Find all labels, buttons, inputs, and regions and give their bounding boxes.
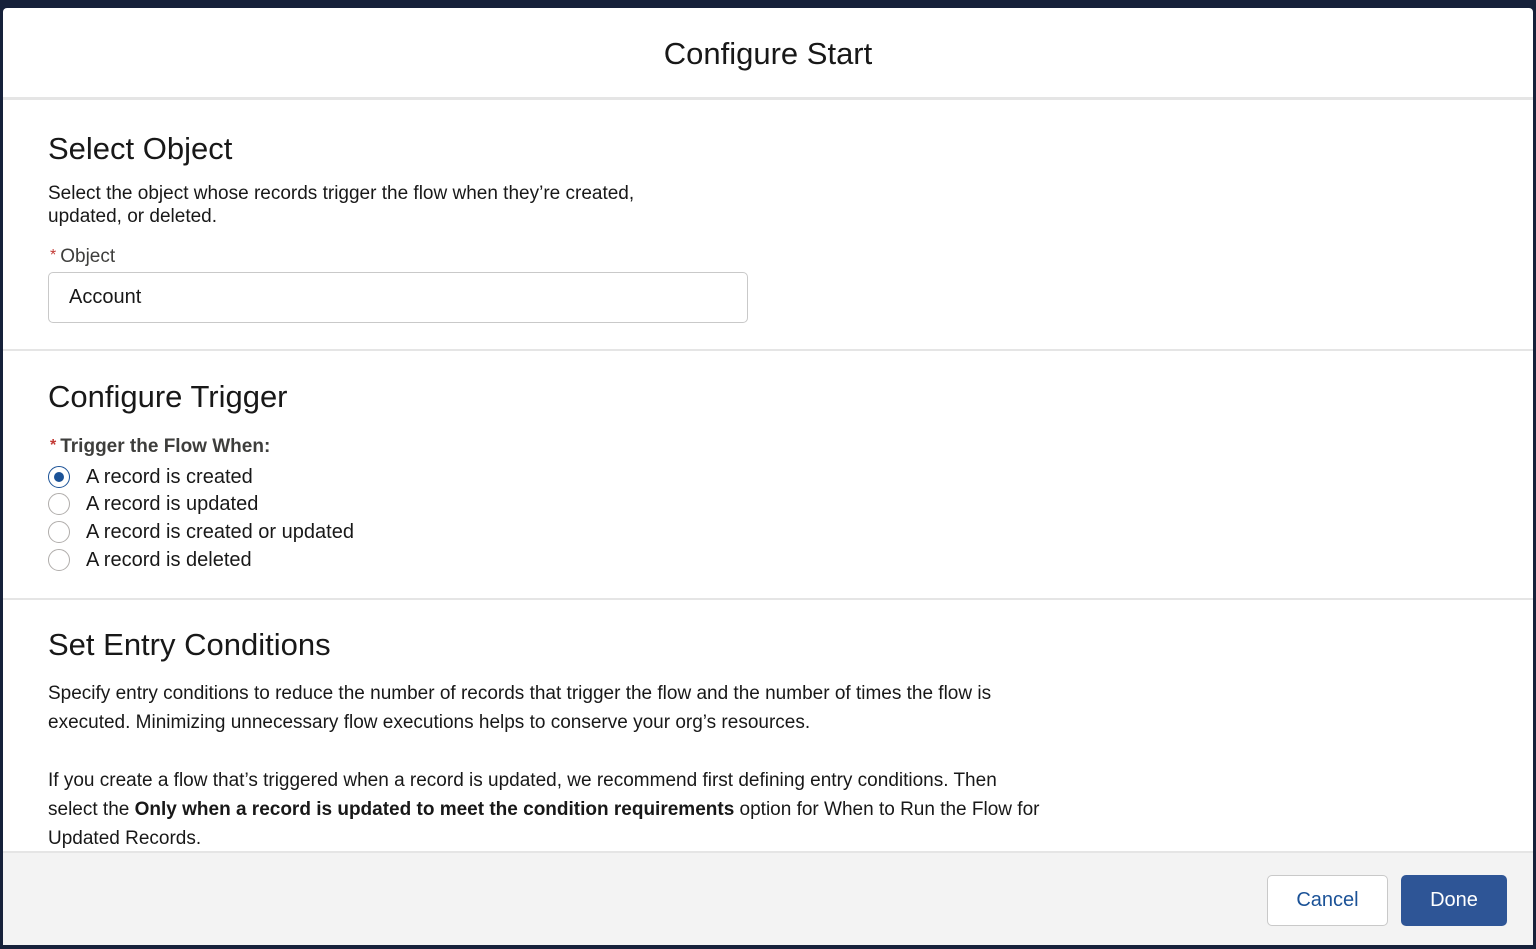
- entry-conditions-p1-line2: executed. Minimizing unnecessary flow ex…: [48, 712, 811, 733]
- object-input[interactable]: [48, 272, 748, 323]
- radio-option-deleted[interactable]: A record is deleted: [48, 547, 252, 573]
- radio-label: A record is created: [86, 465, 253, 488]
- radio-option-created-or-updated[interactable]: A record is created or updated: [48, 519, 354, 545]
- radio-button[interactable]: [48, 521, 70, 543]
- radio-label: A record is deleted: [86, 548, 252, 571]
- entry-conditions-p1-line1: Specify entry conditions to reduce the n…: [48, 683, 992, 704]
- entry-conditions-p2-line2-prefix: select the: [48, 799, 135, 820]
- radio-button[interactable]: [48, 466, 70, 488]
- required-marker: *: [50, 247, 57, 264]
- entry-conditions-p2-line3: Updated Records.: [48, 828, 202, 849]
- configure-start-modal: Configure Start Select Object Select the…: [3, 8, 1533, 945]
- select-object-description: Select the object whose records trigger …: [48, 182, 634, 228]
- cancel-button[interactable]: Cancel: [1267, 875, 1388, 926]
- entry-conditions-p2-line2-suffix: option for When to Run the Flow for: [734, 799, 1040, 820]
- object-label-text: Object: [60, 246, 116, 267]
- entry-conditions-p2-line1: If you create a flow that’s triggered wh…: [48, 770, 997, 791]
- section-divider: [3, 349, 1533, 351]
- modal-title: Configure Start: [663, 36, 873, 71]
- done-button[interactable]: Done: [1401, 875, 1507, 926]
- modal-header: Configure Start: [3, 8, 1533, 100]
- radio-button[interactable]: [48, 493, 70, 515]
- select-object-heading: Select Object: [48, 131, 233, 166]
- entry-conditions-heading: Set Entry Conditions: [48, 627, 331, 662]
- entry-conditions-paragraph-1: Specify entry conditions to reduce the n…: [48, 679, 1128, 737]
- object-field-label: * Object: [50, 246, 115, 268]
- entry-conditions-p2-bold-option: Only when a record is updated to meet th…: [134, 799, 735, 820]
- radio-option-created[interactable]: A record is created: [48, 464, 253, 490]
- required-marker: *: [50, 437, 57, 454]
- configure-trigger-heading: Configure Trigger: [48, 379, 288, 414]
- select-object-description-line2: updated, or deleted.: [48, 206, 218, 227]
- entry-conditions-paragraph-2: If you create a flow that’s triggered wh…: [48, 766, 1128, 853]
- select-object-description-line1: Select the object whose records trigger …: [48, 183, 635, 204]
- section-divider: [3, 598, 1533, 600]
- trigger-label-text: Trigger the Flow When:: [60, 436, 271, 457]
- radio-button[interactable]: [48, 549, 70, 571]
- modal-footer: Cancel Done: [3, 851, 1533, 945]
- radio-label: A record is updated: [86, 492, 259, 515]
- radio-option-updated[interactable]: A record is updated: [48, 491, 258, 517]
- radio-label: A record is created or updated: [86, 520, 354, 543]
- trigger-flow-when-label: * Trigger the Flow When:: [50, 436, 270, 458]
